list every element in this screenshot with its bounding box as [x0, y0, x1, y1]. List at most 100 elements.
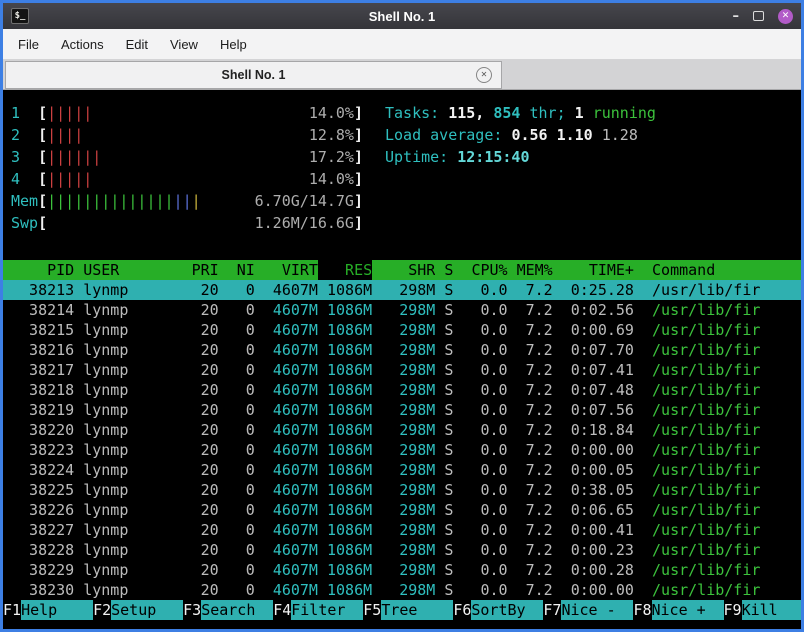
title-bar: $_ Shell No. 1 – ✕: [3, 3, 801, 29]
process-row-38223[interactable]: 38223 lynmp 20 0 4607M 1086M 298M S 0.0 7.2 0:00.0…: [3, 440, 801, 460]
process-row-38214[interactable]: 38214 lynmp 20 0 4607M 1086M 298M S 0.0 7.2 0:02.5…: [3, 300, 801, 320]
column-header-s[interactable]: S: [435, 260, 453, 280]
system-info-column: Tasks: 115, 854 thr; 1 running Load aver…: [385, 102, 656, 234]
cell-pri: 20: [200, 301, 219, 319]
fkey-f7[interactable]: F7 Nice -: [543, 600, 634, 620]
cell-pri: 20: [200, 441, 219, 459]
process-row-38228[interactable]: 38228 lynmp 20 0 4607M 1086M 298M S 0.0 7.2 0:00.2…: [3, 540, 801, 560]
fkey-action: Tree: [381, 600, 454, 620]
close-button[interactable]: ✕: [778, 8, 793, 24]
menu-edit[interactable]: Edit: [115, 32, 159, 57]
maximize-button[interactable]: [753, 11, 764, 21]
cell-s: S: [444, 301, 454, 319]
cell-res: 1086M: [326, 561, 373, 579]
process-row-38216[interactable]: 38216 lynmp 20 0 4607M 1086M 298M S 0.0 7.2 0:07.7…: [3, 340, 801, 360]
column-header-cpu[interactable]: CPU%: [453, 260, 507, 280]
threads-count: 854: [493, 104, 521, 122]
process-row-38217[interactable]: 38217 lynmp 20 0 4607M 1086M 298M S 0.0 7.2 0:07.4…: [3, 360, 801, 380]
cell-cmd: /usr/lib/fir: [652, 461, 761, 479]
cell-cpu: 0.0: [480, 281, 508, 299]
cell-cpu: 0.0: [480, 381, 508, 399]
column-header-cmd[interactable]: Command: [652, 260, 801, 280]
cpu-meter-label: 3: [11, 148, 21, 166]
load-15min: 1.28: [601, 126, 638, 144]
cell-pid: 38230: [29, 581, 75, 599]
cell-shr: 298M: [399, 381, 436, 399]
cell-cpu: 0.0: [480, 441, 508, 459]
column-header-mem[interactable]: MEM%: [508, 260, 553, 280]
process-row-38226[interactable]: 38226 lynmp 20 0 4607M 1086M 298M S 0.0 7.2 0:06.6…: [3, 500, 801, 520]
cell-time: 0:00.28: [570, 561, 634, 579]
menu-help[interactable]: Help: [209, 32, 258, 57]
column-header-pri[interactable]: PRI: [174, 260, 219, 280]
column-header-virt[interactable]: VIRT: [255, 260, 318, 280]
column-header-ni[interactable]: NI: [219, 260, 255, 280]
cell-pid: 38215: [29, 321, 75, 339]
cell-ni: 0: [245, 421, 255, 439]
uptime-value: 12:15:40: [457, 148, 530, 166]
process-row-38230[interactable]: 38230 lynmp 20 0 4607M 1086M 298M S 0.0 7.2 0:00.0…: [3, 580, 801, 600]
fkey-number: F4: [273, 601, 292, 619]
cell-cmd: /usr/lib/fir: [652, 581, 761, 599]
process-row-38225[interactable]: 38225 lynmp 20 0 4607M 1086M 298M S 0.0 7.2 0:38.0…: [3, 480, 801, 500]
column-header-pid[interactable]: PID: [11, 260, 74, 280]
column-header-user[interactable]: USER: [83, 260, 173, 280]
process-row-38229[interactable]: 38229 lynmp 20 0 4607M 1086M 298M S 0.0 7.2 0:00.2…: [3, 560, 801, 580]
cell-ni: 0: [245, 341, 255, 359]
cell-s: S: [444, 361, 454, 379]
fkey-f9[interactable]: F9 Kill: [724, 600, 801, 620]
cell-virt: 4607M: [272, 381, 318, 399]
fkey-number: F5: [363, 601, 382, 619]
cell-virt: 4607M: [272, 561, 318, 579]
fkey-f4[interactable]: F4 Filter: [273, 600, 364, 620]
process-row-38213[interactable]: 38213 lynmp 20 0 4607M 1086M 298M S 0.0 7.2 0:25.2…: [3, 280, 801, 300]
process-table: PID USER PRI NI VIRT RES SHR S CPU% MEM% TIME+ Comm…: [3, 260, 801, 600]
tasks-summary: Tasks: 115, 854 thr; 1 running: [385, 102, 656, 124]
cell-time: 0:00.23: [570, 541, 634, 559]
tab-close-icon[interactable]: ✕: [476, 67, 492, 83]
tab-shell[interactable]: Shell No. 1 ✕: [5, 61, 502, 89]
menu-actions[interactable]: Actions: [50, 32, 115, 57]
menu-file[interactable]: File: [7, 32, 50, 57]
cpu-meter-label: 1: [11, 104, 21, 122]
cell-virt: 4607M: [272, 481, 318, 499]
column-header-res[interactable]: RES: [317, 260, 373, 280]
fkey-f1[interactable]: F1 Help: [3, 600, 94, 620]
fkey-f2[interactable]: F2 Setup: [93, 600, 184, 620]
cell-res: 1086M: [326, 581, 373, 599]
cell-s: S: [444, 281, 454, 299]
process-row-38218[interactable]: 38218 lynmp 20 0 4607M 1086M 298M S 0.0 7.2 0:07.4…: [3, 380, 801, 400]
process-row-38220[interactable]: 38220 lynmp 20 0 4607M 1086M 298M S 0.0 7.2 0:18.8…: [3, 420, 801, 440]
cell-cpu: 0.0: [480, 581, 508, 599]
fkey-f3[interactable]: F3 Search: [183, 600, 274, 620]
cell-user: lynmp: [83, 501, 129, 519]
cell-mem: 7.2: [525, 521, 553, 539]
cell-res: 1086M: [326, 301, 373, 319]
terminal-window: $_ Shell No. 1 – ✕ File Actions Edit Vie…: [0, 0, 804, 632]
process-row-38224[interactable]: 38224 lynmp 20 0 4607M 1086M 298M S 0.0 7.2 0:00.0…: [3, 460, 801, 480]
fkey-f6[interactable]: F6 SortBy: [453, 600, 544, 620]
cell-cmd: /usr/lib/fir: [652, 541, 761, 559]
process-row-38227[interactable]: 38227 lynmp 20 0 4607M 1086M 298M S 0.0 7.2 0:00.4…: [3, 520, 801, 540]
cell-cmd: /usr/lib/fir: [652, 481, 761, 499]
fkey-f8[interactable]: F8 Nice +: [633, 600, 724, 620]
cpu-meter-label: 4: [11, 170, 21, 188]
cell-user: lynmp: [83, 421, 129, 439]
cell-shr: 298M: [399, 501, 436, 519]
minimize-button[interactable]: –: [733, 10, 740, 23]
menu-view[interactable]: View: [159, 32, 209, 57]
cell-ni: 0: [245, 541, 255, 559]
cell-user: lynmp: [83, 401, 129, 419]
tab-bar: Shell No. 1 ✕: [3, 60, 801, 90]
fkey-f5[interactable]: F5 Tree: [363, 600, 454, 620]
cell-s: S: [444, 321, 454, 339]
cell-shr: 298M: [399, 321, 436, 339]
process-row-38215[interactable]: 38215 lynmp 20 0 4607M 1086M 298M S 0.0 7.2 0:00.6…: [3, 320, 801, 340]
column-header-time[interactable]: TIME+: [553, 260, 634, 280]
column-header-shr[interactable]: SHR: [372, 260, 435, 280]
cell-ni: 0: [245, 521, 255, 539]
meter-spacer: [92, 168, 309, 190]
cell-user: lynmp: [83, 521, 129, 539]
tab-title: Shell No. 1: [221, 68, 286, 82]
process-row-38219[interactable]: 38219 lynmp 20 0 4607M 1086M 298M S 0.0 7.2 0:07.5…: [3, 400, 801, 420]
